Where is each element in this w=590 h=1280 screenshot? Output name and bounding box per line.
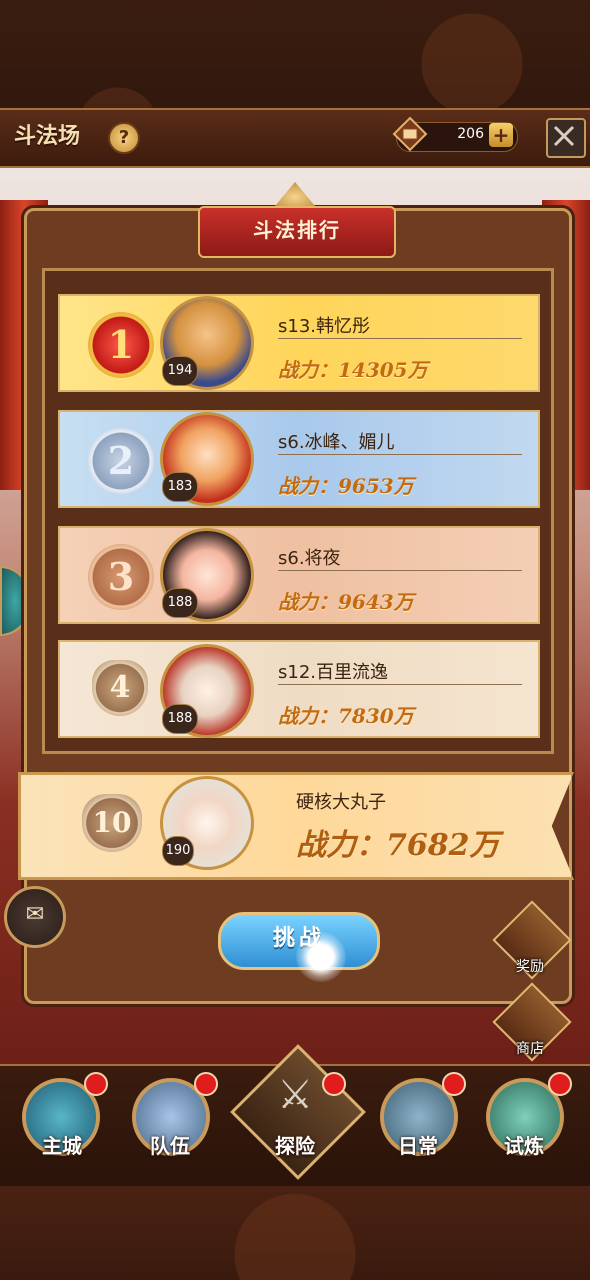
tap-glow-effect (296, 932, 346, 982)
notification-dot (548, 1072, 572, 1096)
crossed-swords-icon: ⚔ (277, 1072, 313, 1118)
self-rank-medal: 10 (82, 794, 142, 852)
player-power-4: 战力：7830万 (278, 704, 414, 728)
player-level-3: 188 (162, 588, 198, 618)
divider (278, 454, 522, 455)
ranking-title-banner: 斗法排行 (198, 206, 396, 258)
divider (278, 684, 522, 685)
rank-medal-2: 2 (88, 428, 154, 494)
player-name-2: s6.冰峰、媚儿 (278, 432, 395, 453)
reward-button[interactable]: 奖励 (492, 900, 572, 980)
notification-dot (84, 1072, 108, 1096)
notification-dot (442, 1072, 466, 1096)
close-icon (553, 125, 575, 147)
nav-main-city-label: 主城 (42, 1134, 82, 1158)
self-level: 190 (162, 836, 194, 866)
divider (278, 338, 522, 339)
player-level-4: 188 (162, 704, 198, 734)
rank-medal-4: 4 (92, 660, 148, 716)
player-name-1: s13.韩忆彤 (278, 316, 371, 337)
nav-explore-label: 探险 (275, 1134, 315, 1158)
currency-value: 206 (457, 126, 484, 142)
divider (278, 570, 522, 571)
nav-trial-label: 试炼 (504, 1134, 544, 1158)
rank-medal-1: 1 (88, 312, 154, 378)
chat-button[interactable]: ✉ (4, 886, 66, 948)
player-level-2: 183 (162, 472, 198, 502)
chat-bubble-icon: ✉ (25, 902, 45, 927)
close-button[interactable] (546, 118, 586, 158)
self-power: 战力：7682万 (296, 828, 500, 863)
player-level-1: 194 (162, 356, 198, 386)
notification-dot (322, 1072, 346, 1096)
rank-medal-3: 3 (88, 544, 154, 610)
nav-daily-label: 日常 (398, 1134, 438, 1158)
player-name-3: s6.将夜 (278, 548, 341, 569)
player-power-3: 战力：9643万 (278, 590, 414, 614)
scroll-currency-icon (392, 116, 428, 152)
help-button[interactable]: ? (108, 122, 140, 154)
shop-label: 商店 (516, 1041, 544, 1057)
notification-dot (194, 1072, 218, 1096)
nav-team-label: 队伍 (150, 1134, 190, 1158)
shop-button[interactable]: 商店 (492, 982, 572, 1062)
add-currency-button[interactable]: + (489, 123, 513, 147)
reward-label: 奖励 (516, 959, 544, 975)
player-power-1: 战力：14305万 (278, 358, 428, 382)
self-name: 硬核大丸子 (296, 792, 386, 813)
player-name-4: s12.百里流逸 (278, 662, 389, 683)
page-title: 斗法场 (14, 123, 81, 149)
player-power-2: 战力：9653万 (278, 474, 414, 498)
